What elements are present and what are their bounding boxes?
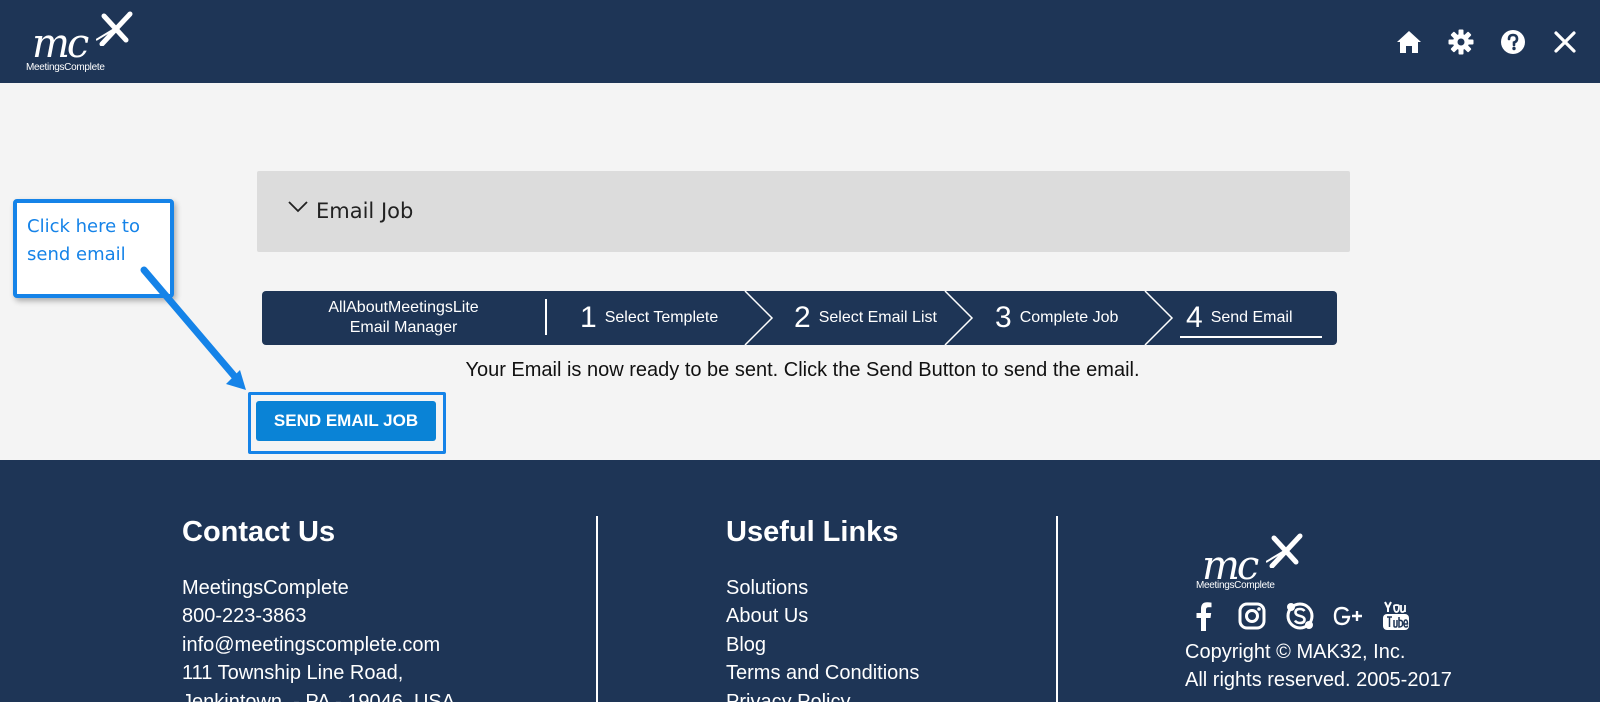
social-icons — [1188, 600, 1412, 632]
instagram-icon[interactable] — [1236, 600, 1268, 632]
youtube-icon[interactable] — [1380, 600, 1412, 632]
contact-heading: Contact Us — [182, 516, 336, 548]
settings-icon[interactable] — [1446, 27, 1476, 57]
useful-links-list: Solutions About Us Blog Terms and Condit… — [726, 574, 919, 702]
help-icon[interactable] — [1498, 27, 1528, 57]
link-about-us[interactable]: About Us — [726, 602, 919, 630]
step-2-label: Select Email List — [818, 309, 937, 326]
step-3-number: 3 — [995, 301, 1012, 334]
send-email-job-button[interactable]: SEND EMAIL JOB — [256, 401, 436, 441]
step-4-label: Send Email — [1210, 309, 1293, 326]
chevron-down-icon — [288, 201, 308, 213]
steps-brand: AllAboutMeetingsLite Email Manager — [262, 291, 545, 345]
step-3-label: Complete Job — [1019, 309, 1119, 326]
copyright-line1: Copyright © MAK32, Inc. — [1185, 641, 1406, 663]
step-2[interactable]: 2 Select Email List — [794, 291, 937, 345]
plane-icon — [96, 11, 133, 46]
footer-divider — [596, 516, 598, 702]
top-header: mc MeetingsComplete — [0, 0, 1600, 83]
step-separator-arrow — [944, 291, 974, 345]
steps-bar: AllAboutMeetingsLite Email Manager 1 Sel… — [262, 291, 1337, 345]
contact-address-line2: Jenkintown, - PA - 19046, USA — [182, 690, 456, 702]
copyright: Copyright © MAK32, Inc. All rights reser… — [1185, 638, 1452, 695]
home-icon[interactable] — [1394, 27, 1424, 57]
close-icon[interactable] — [1550, 27, 1580, 57]
link-blog[interactable]: Blog — [726, 631, 919, 659]
brand-logo[interactable]: mc MeetingsComplete — [26, 10, 136, 76]
footer-logo-name: MeetingsComplete — [1196, 580, 1275, 591]
step-2-number: 2 — [794, 301, 811, 334]
footer-divider — [1056, 516, 1058, 702]
contact-company: MeetingsComplete — [182, 577, 349, 599]
step-4-number: 4 — [1186, 301, 1203, 334]
skype-icon[interactable] — [1284, 600, 1316, 632]
accordion-title: Email Job — [316, 199, 414, 223]
footer-logo[interactable]: mc MeetingsComplete — [1196, 532, 1306, 598]
facebook-icon[interactable] — [1188, 600, 1220, 632]
step-separator-arrow — [744, 291, 774, 345]
logo-name: MeetingsComplete — [26, 62, 105, 73]
callout-text: Click here to send email — [27, 216, 140, 265]
useful-links-heading: Useful Links — [726, 516, 899, 548]
step-3[interactable]: 3 Complete Job — [995, 291, 1118, 345]
logo-mark: mc — [32, 21, 89, 67]
contact-phone[interactable]: 800-223-3863 — [182, 602, 455, 630]
link-terms[interactable]: Terms and Conditions — [726, 659, 919, 687]
active-step-underline — [1180, 336, 1322, 338]
contact-email[interactable]: info@meetingscomplete.com — [182, 631, 455, 659]
plane-icon — [1266, 533, 1303, 568]
email-job-accordion[interactable]: Email Job — [257, 171, 1350, 252]
link-solutions[interactable]: Solutions — [726, 574, 919, 602]
ready-message: Your Email is now ready to be sent. Clic… — [465, 359, 1140, 381]
step-separator-arrow — [1144, 291, 1174, 345]
step-1-number: 1 — [580, 301, 597, 334]
callout-box: Click here to send email — [13, 199, 174, 298]
link-privacy-policy[interactable]: Privacy Policy — [726, 688, 919, 702]
steps-brand-line2: Email Manager — [349, 319, 458, 336]
step-1-label: Select Templete — [604, 309, 719, 326]
google-plus-icon[interactable] — [1332, 600, 1364, 632]
step-1[interactable]: 1 Select Templete — [580, 291, 718, 345]
footer: Contact Us MeetingsComplete 800-223-3863… — [0, 460, 1600, 702]
copyright-line2: All rights reserved. 2005-2017 — [1185, 669, 1452, 692]
contact-list: MeetingsComplete 800-223-3863 info@meeti… — [182, 574, 455, 702]
steps-brand-line1: AllAboutMeetingsLite — [328, 299, 479, 316]
steps-divider — [545, 299, 547, 335]
contact-address-line1: 111 Township Line Road, — [182, 662, 404, 685]
header-icons — [1394, 26, 1580, 58]
